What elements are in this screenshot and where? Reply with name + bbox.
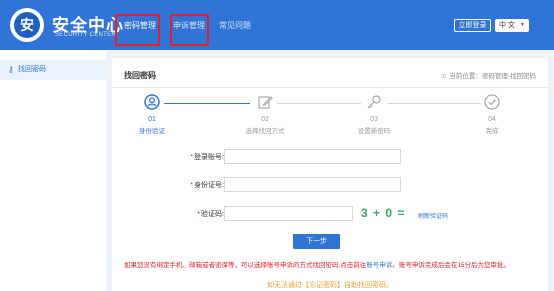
main-panel: 找回密码 ⊙ 当前位置：密码管理-找回密码 01 身份验证 02 选择找回方式 0… xyxy=(112,58,548,291)
next-step-button[interactable]: 下一步 xyxy=(293,234,340,249)
appeal-notice: 如果您没有绑定手机、邮箱或者密保等，可以选择账号申诉的方式找回密码,点击前往账号… xyxy=(124,262,511,269)
step-label: 身份验证 xyxy=(139,128,165,135)
brand-subtitle: SECURITY CENTER xyxy=(55,32,117,38)
divider xyxy=(112,87,548,88)
sidebar: ⚷ 找回密码 xyxy=(0,50,106,291)
key-icon xyxy=(344,94,404,112)
nav-faq[interactable]: 常见问题 xyxy=(219,20,251,31)
captcha-input[interactable] xyxy=(224,206,353,221)
key-icon: ⚷ xyxy=(8,65,14,74)
captcha-row: *验证码: 3 + 0 = 刷新验证码 xyxy=(112,206,548,222)
breadcrumb-text: 当前位置：密码管理-找回密码 xyxy=(449,73,536,80)
logo-emblem-icon: 安 xyxy=(14,12,40,38)
captcha-label: *验证码: xyxy=(197,211,224,218)
bottom-tip: 如无法通过【忘记密码】自助找回密码。 xyxy=(267,282,393,289)
breadcrumb: ⊙ 当前位置：密码管理-找回密码 xyxy=(441,70,536,80)
step-label: 完成 xyxy=(485,128,499,135)
logo: 安 xyxy=(10,8,44,42)
captcha-image[interactable]: 3 + 0 = xyxy=(361,206,405,220)
idcard-input[interactable] xyxy=(224,177,401,192)
step-number: 01 xyxy=(148,116,156,123)
user-icon xyxy=(122,94,182,112)
location-pin-icon: ⊙ xyxy=(440,73,447,80)
account-row: *登录账号: xyxy=(112,149,548,165)
step-choose-method: 02 选择找回方式 xyxy=(235,94,295,135)
chevron-down-icon: ▼ xyxy=(520,22,525,28)
step-number: 04 xyxy=(488,116,496,123)
language-select[interactable]: 中 文 ▼ xyxy=(495,19,529,32)
step-number: 03 xyxy=(370,116,378,123)
step-label: 选择找回方式 xyxy=(245,128,285,135)
account-appeal-link[interactable]: 账号申诉 xyxy=(366,262,392,269)
step-label: 设置新密码 xyxy=(357,128,391,135)
account-label: *登录账号: xyxy=(190,154,224,161)
step-number: 02 xyxy=(261,116,269,123)
language-value: 中 文 xyxy=(499,22,515,29)
top-bar: 安 安全中心 SECURITY CENTER 密码管理 申诉管理 常见问题 立即… xyxy=(0,0,554,50)
check-circle-icon xyxy=(462,94,522,112)
highlight-box-appeal-management xyxy=(170,14,209,46)
login-button[interactable]: 立即登录 xyxy=(454,19,491,32)
idcard-row: *身份证号: xyxy=(112,177,548,193)
sidebar-item-label: 找回密码 xyxy=(18,66,46,73)
idcard-label: *身份证号: xyxy=(190,182,224,189)
account-input[interactable] xyxy=(224,149,401,164)
step-set-new-password: 03 设置新密码 xyxy=(344,94,404,135)
step-complete: 04 完成 xyxy=(462,94,522,135)
highlight-box-password-management xyxy=(115,14,160,46)
page-title: 找回密码 xyxy=(124,71,156,80)
sidebar-item-find-password[interactable]: ⚷ 找回密码 xyxy=(0,60,106,80)
refresh-captcha-link[interactable]: 刷新验证码 xyxy=(418,211,448,220)
step-identity-verification: 01 身份验证 xyxy=(122,94,182,135)
edit-icon xyxy=(235,94,295,112)
